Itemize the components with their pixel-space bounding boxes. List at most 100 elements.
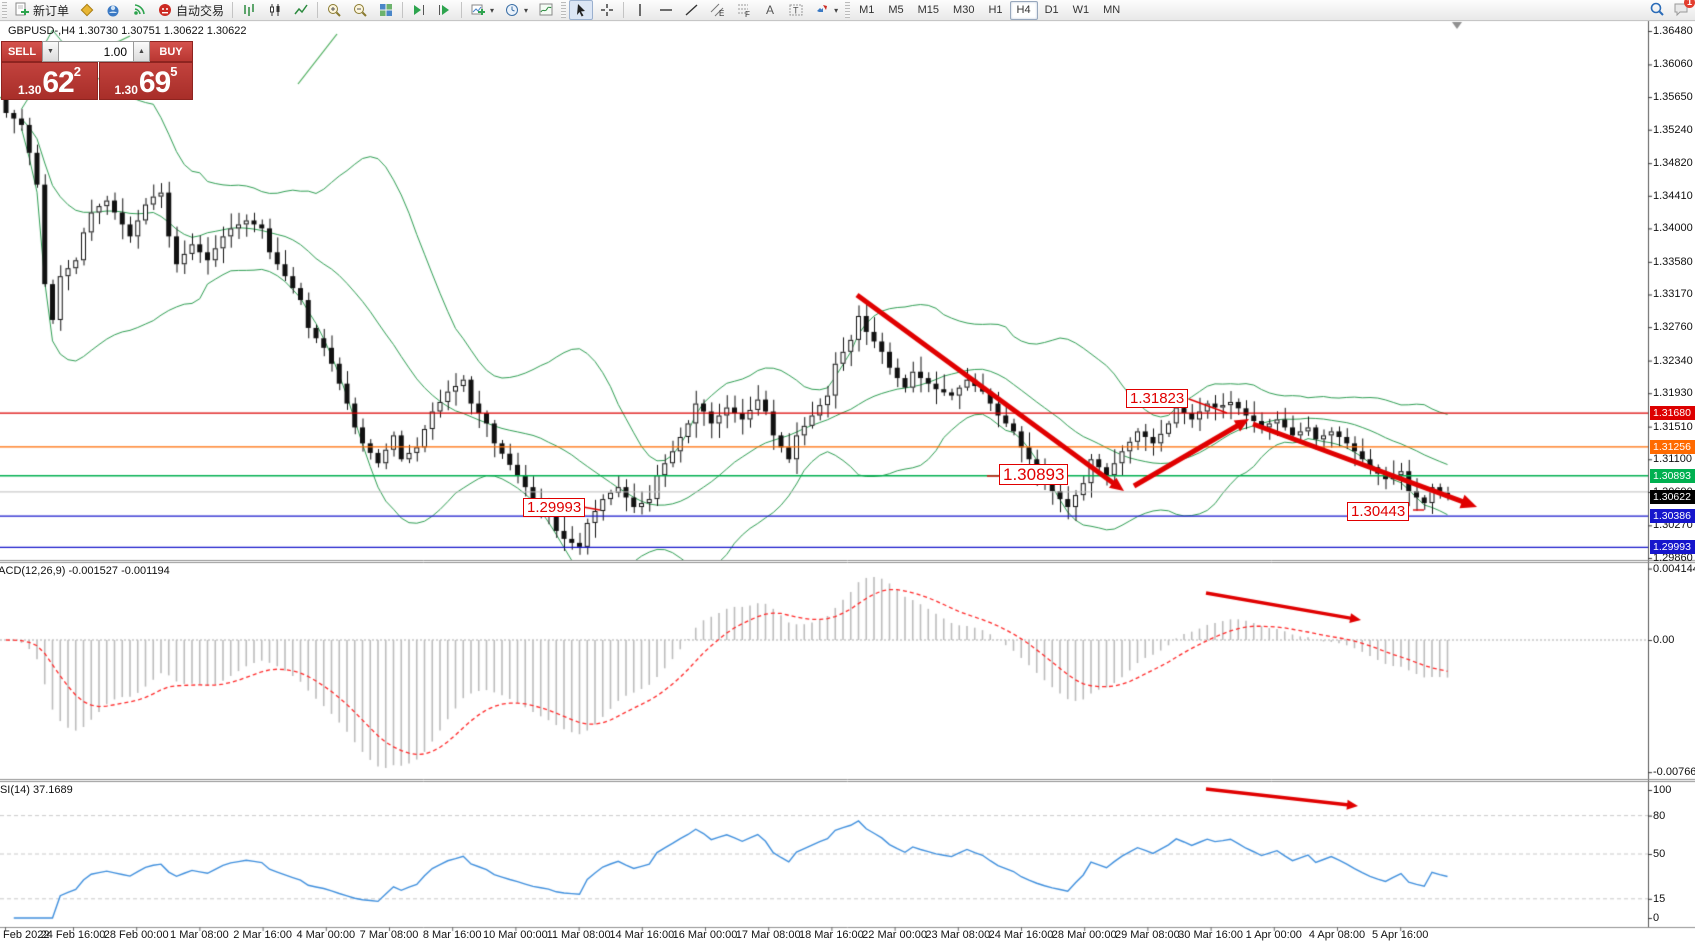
label-icon: T xyxy=(788,2,804,18)
date-axis-label: 30 Mar 16:00 xyxy=(1178,929,1243,941)
candlestick-icon xyxy=(267,2,283,18)
price-annotation-label[interactable]: 1.30443 xyxy=(1347,502,1409,521)
line-chart-button[interactable] xyxy=(289,0,313,20)
volume-input[interactable]: 1.00 xyxy=(59,41,133,62)
date-axis-label: 24 Mar 16:00 xyxy=(989,929,1054,941)
timeframe-d1-button[interactable]: D1 xyxy=(1038,1,1066,20)
gold-tag-button[interactable] xyxy=(75,0,99,20)
arrows-icon xyxy=(814,2,830,18)
buy-price-prefix: 1.30 xyxy=(115,83,138,97)
price-annotation-label[interactable]: 1.29993 xyxy=(523,498,585,517)
main-toolbar: 新订单自动交易▾▾EFAT▾M1M5M15M30H1H4D1W1MN1 xyxy=(0,0,1695,21)
svg-text:A: A xyxy=(766,3,774,17)
notification-badge: 1 xyxy=(1684,0,1695,8)
one-click-trading-widget: SELL ▼ 1.00 ▲ BUY 1.30 62 2 1.30 69 5 xyxy=(1,41,193,100)
horizontal-line-tool-button[interactable] xyxy=(654,0,678,20)
toolbar-grip[interactable] xyxy=(561,2,566,18)
buy-price-quote[interactable]: 1.30 69 5 xyxy=(99,62,193,100)
bar-chart-button[interactable] xyxy=(237,0,261,20)
new-order-button[interactable]: 新订单 xyxy=(10,0,73,20)
price-axis-tick: 1.33580 xyxy=(1653,256,1693,268)
channel-icon: E xyxy=(710,2,726,18)
date-axis-label: 7 Mar 08:00 xyxy=(360,929,419,941)
signals-button[interactable] xyxy=(127,0,151,20)
timeframe-mn-button[interactable]: MN xyxy=(1096,1,1127,20)
price-level-tag: 1.29993 xyxy=(1650,540,1695,554)
price-axis-tick: 1.36060 xyxy=(1653,58,1693,70)
template-icon xyxy=(538,2,554,18)
timeframe-m15-button[interactable]: M15 xyxy=(911,1,946,20)
new-order-button-label: 新订单 xyxy=(33,2,69,19)
auto-scroll-icon xyxy=(411,2,427,18)
toolbar-separator xyxy=(232,2,233,18)
price-axis-tick: 1.34820 xyxy=(1653,157,1693,169)
volume-increase-button[interactable]: ▲ xyxy=(133,41,150,62)
timeframe-m5-button[interactable]: M5 xyxy=(881,1,910,20)
toolbar-grip[interactable] xyxy=(2,2,7,18)
timeframe-m30-button[interactable]: M30 xyxy=(946,1,981,20)
price-annotation-label[interactable]: 1.30893 xyxy=(999,464,1068,485)
price-axis-tick: 1.34410 xyxy=(1653,190,1693,202)
new-chart-button[interactable]: ▾ xyxy=(466,0,498,20)
fibonacci-tool-button[interactable]: F xyxy=(732,0,756,20)
channel-tool-button[interactable]: E xyxy=(706,0,730,20)
text-icon: A xyxy=(762,2,778,18)
date-axis-label: 8 Mar 16:00 xyxy=(423,929,482,941)
crosshair-icon xyxy=(599,2,615,18)
vline-icon xyxy=(632,2,648,18)
arrows-tool-button[interactable]: ▾ xyxy=(810,0,842,20)
clock-icon xyxy=(504,2,520,18)
templates-button[interactable] xyxy=(534,0,558,20)
timeframe-w1-button[interactable]: W1 xyxy=(1066,1,1097,20)
search-icon[interactable] xyxy=(1649,1,1665,20)
crosshair-tool-button[interactable] xyxy=(595,0,619,20)
vertical-line-tool-button[interactable] xyxy=(628,0,652,20)
price-axis-tick: 1.35650 xyxy=(1653,91,1693,103)
tile-windows-icon xyxy=(378,2,394,18)
mt4-window: 新订单自动交易▾▾EFAT▾M1M5M15M30H1H4D1W1MN1 GBPU… xyxy=(0,0,1695,942)
community-button[interactable] xyxy=(101,0,125,20)
zoom-out-icon xyxy=(352,2,368,18)
sell-price-quote[interactable]: 1.30 62 2 xyxy=(1,62,98,100)
current-price-tag: 1.30622 xyxy=(1650,490,1695,504)
price-level-tag: 1.30893 xyxy=(1650,469,1695,483)
chart-canvas[interactable] xyxy=(0,0,1695,942)
sell-button[interactable]: SELL xyxy=(1,41,42,62)
label-tool-button[interactable]: T xyxy=(784,0,808,20)
svg-text:E: E xyxy=(719,9,724,18)
rsi-axis-tick: 0 xyxy=(1653,912,1659,924)
timeframe-m1-button[interactable]: M1 xyxy=(852,1,881,20)
candlestick-chart-button[interactable] xyxy=(263,0,287,20)
buy-price-sup: 5 xyxy=(170,66,177,78)
price-annotation-label[interactable]: 1.31823 xyxy=(1126,389,1188,408)
zoom-in-button[interactable] xyxy=(322,0,346,20)
cursor-tool-button[interactable] xyxy=(569,0,593,20)
auto-trading-icon xyxy=(157,2,173,18)
periods-button[interactable]: ▾ xyxy=(500,0,532,20)
date-axis-label: 16 Mar 00:00 xyxy=(673,929,738,941)
rsi-indicator-label: RSI(14) 37.1689 xyxy=(0,784,73,796)
buy-button[interactable]: BUY xyxy=(150,41,193,62)
fibonacci-icon: F xyxy=(736,2,752,18)
volume-decrease-button[interactable]: ▼ xyxy=(42,41,59,62)
symbol-info: GBPUSD-,H4 1.30730 1.30751 1.30622 1.306… xyxy=(8,25,247,37)
chat-icon[interactable]: 1 xyxy=(1673,1,1689,20)
toolbar-grip[interactable] xyxy=(845,2,850,18)
text-tool-button[interactable]: A xyxy=(758,0,782,20)
price-axis-tick: 1.36480 xyxy=(1653,25,1693,37)
price-level-tag: 1.31256 xyxy=(1650,440,1695,454)
auto-trading-button[interactable]: 自动交易 xyxy=(153,0,228,20)
tile-windows-button[interactable] xyxy=(374,0,398,20)
svg-text:T: T xyxy=(793,6,799,16)
rsi-axis-tick: 80 xyxy=(1653,810,1665,822)
buy-price-big: 69 xyxy=(139,69,170,97)
auto-scroll-button[interactable] xyxy=(407,0,431,20)
chart-shift-button[interactable] xyxy=(433,0,457,20)
zoom-out-button[interactable] xyxy=(348,0,372,20)
price-axis-tick: 1.34000 xyxy=(1653,222,1693,234)
price-axis-tick: 1.31100 xyxy=(1653,453,1692,465)
macd-indicator-label: MACD(12,26,9) -0.001527 -0.001194 xyxy=(0,565,170,577)
timeframe-h4-button[interactable]: H4 xyxy=(1010,1,1038,20)
timeframe-h1-button[interactable]: H1 xyxy=(981,1,1009,20)
trendline-tool-button[interactable] xyxy=(680,0,704,20)
